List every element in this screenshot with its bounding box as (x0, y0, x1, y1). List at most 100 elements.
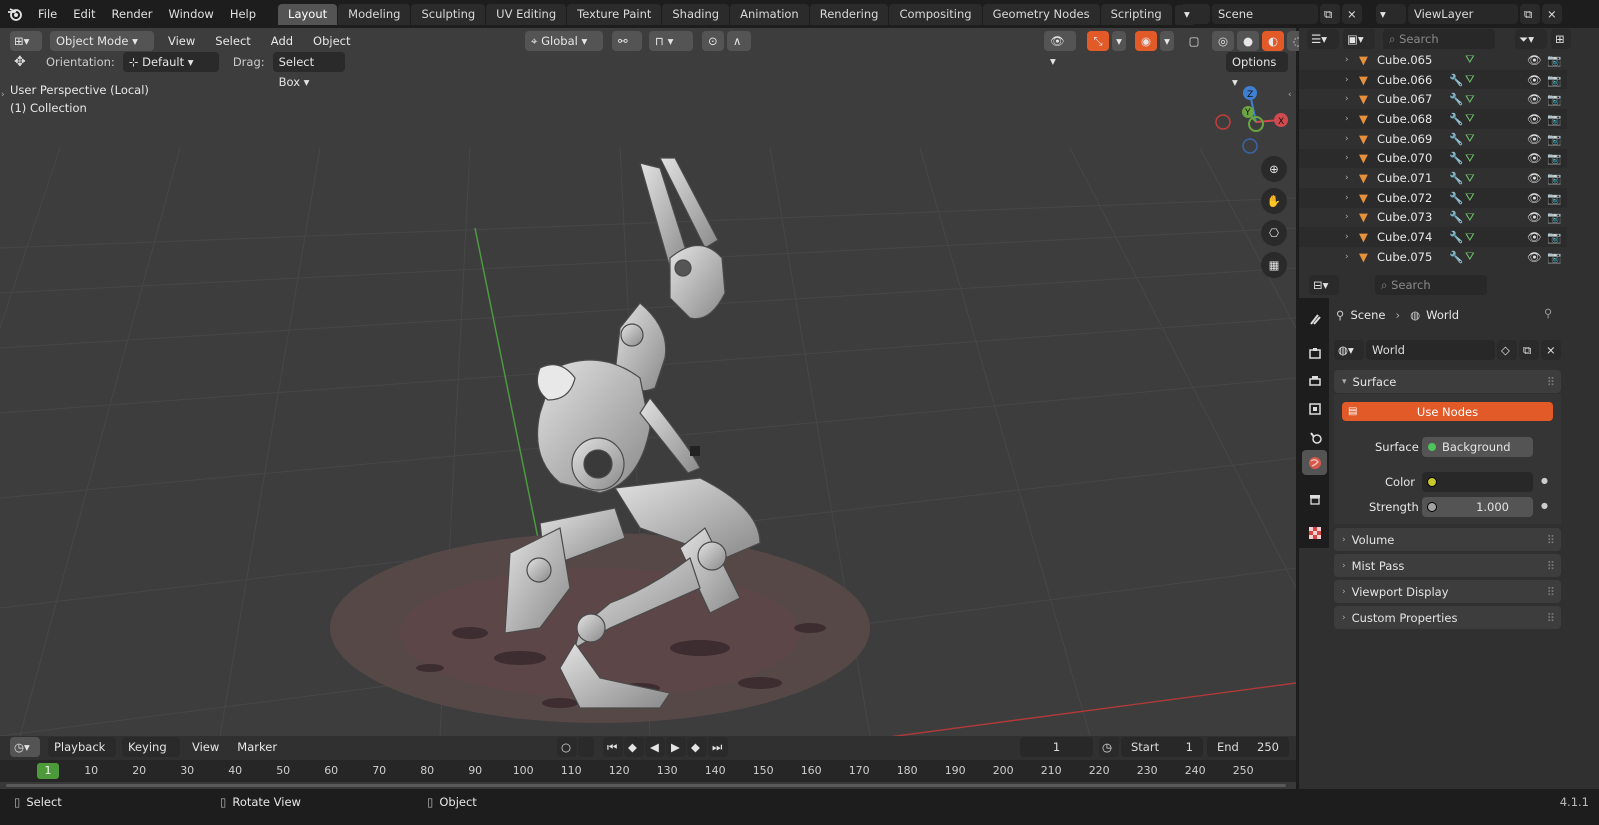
options-dropdown[interactable]: Options ▾ (1226, 52, 1288, 89)
viewport-display-drag-icon[interactable]: ⠿ (1547, 585, 1555, 599)
modifier-wrench-icon[interactable]: 🔧 (1449, 210, 1465, 224)
expand-icon[interactable]: › (1345, 153, 1359, 163)
jump-start-icon[interactable]: ⏮ (603, 737, 623, 757)
blender-logo-icon[interactable] (0, 0, 30, 28)
solid-shading-icon[interactable]: ● (1237, 31, 1259, 51)
mesh-data-icon[interactable]: ⛛ (1465, 72, 1487, 87)
tool-tab-icon[interactable] (1302, 306, 1327, 331)
outliner-row[interactable]: › ▼ Cube.074 🔧 ⛛ 👁 📷 (1299, 227, 1567, 247)
mesh-data-icon[interactable]: ⛛ (1465, 92, 1487, 107)
menu-file[interactable]: File (30, 0, 65, 28)
visibility-eye-icon[interactable]: 👁 (1527, 230, 1542, 244)
orientation-dropdown[interactable]: ⊹ Default ▾ (122, 52, 219, 72)
render-camera-icon[interactable]: 📷 (1547, 53, 1561, 67)
overlay-toggle-icon[interactable]: ◉ (1135, 31, 1157, 51)
object-mode-dropdown[interactable]: Object Mode ▾ (50, 31, 154, 51)
object-name[interactable]: Cube.071 (1377, 171, 1449, 185)
world-fake-user-icon[interactable]: ◇ (1497, 340, 1517, 360)
outliner-row[interactable]: › ▼ Cube.068 🔧 ⛛ 👁 📷 (1299, 109, 1567, 129)
3d-viewport[interactable] (0, 28, 1296, 736)
world-duplicate-icon[interactable]: ⧉ (1519, 340, 1539, 360)
modifier-wrench-icon[interactable]: 🔧 (1449, 171, 1465, 185)
strength-field[interactable]: 1.000 (1422, 497, 1533, 517)
outliner-filter-icon[interactable]: ⏷▾ (1515, 29, 1547, 49)
move-tool-icon[interactable]: ✥ (14, 54, 32, 70)
viewport-menu-object[interactable]: Object (307, 27, 356, 55)
pin-icon[interactable]: ⚲ (1544, 306, 1552, 320)
visibility-eye-icon[interactable]: 👁 (1527, 151, 1542, 165)
zoom-icon[interactable]: ⊕ (1261, 156, 1287, 182)
collection-tab-icon[interactable] (1302, 486, 1327, 511)
visibility-eye-icon[interactable]: 👁 (1527, 250, 1542, 264)
gizmo-toggle-icon[interactable]: ⤡ (1087, 31, 1109, 51)
mesh-data-icon[interactable]: ⛛ (1465, 230, 1487, 245)
material-shading-icon[interactable]: ◐ (1262, 31, 1284, 51)
visibility-eye-icon[interactable]: 👁 (1527, 171, 1542, 185)
gizmo-menu-icon[interactable]: ▾ (1112, 31, 1126, 51)
outliner-search-input[interactable]: ⌕ Search (1383, 29, 1495, 49)
surface-shader-dropdown[interactable]: Background (1422, 437, 1533, 457)
scene-name-field[interactable]: Scene (1212, 4, 1318, 24)
expand-icon[interactable]: › (1345, 193, 1359, 203)
mesh-data-icon[interactable]: ⛛ (1465, 249, 1487, 264)
world-tab-icon[interactable] (1302, 450, 1327, 475)
toolbar-expand-icon[interactable]: › (1, 90, 5, 100)
viewport-display-panel-header[interactable]: › Viewport Display ⠿ (1334, 580, 1561, 603)
modifier-wrench-icon[interactable]: 🔧 (1449, 191, 1465, 205)
expand-icon[interactable]: › (1345, 173, 1359, 183)
transform-orientation-dropdown[interactable]: ⌖ Global ▾ (525, 31, 603, 51)
viewlayer-copy-icon[interactable]: ⧉ (1520, 4, 1540, 24)
tab-scripting[interactable]: Scripting (1100, 4, 1172, 25)
object-name[interactable]: Cube.073 (1377, 210, 1449, 224)
texture-tab-icon[interactable] (1302, 520, 1327, 545)
tab-sculpting[interactable]: Sculpting (411, 4, 486, 25)
mesh-data-icon[interactable]: ⛛ (1465, 151, 1487, 166)
viewlayer-name-field[interactable]: ViewLayer (1408, 4, 1518, 24)
start-frame-field[interactable]: Start 1 (1121, 737, 1203, 757)
object-name[interactable]: Cube.067 (1377, 92, 1449, 106)
snap-icon[interactable]: ⊓ ▾ (649, 31, 693, 51)
surface-drag-icon[interactable]: ⠿ (1547, 375, 1555, 389)
tab-shading[interactable]: Shading (662, 4, 730, 25)
render-tab-icon[interactable] (1302, 340, 1327, 365)
custom-properties-panel-header[interactable]: › Custom Properties ⠿ (1334, 606, 1561, 629)
expand-icon[interactable]: › (1345, 55, 1359, 65)
timeline-editor-icon[interactable]: ◷▾ (10, 737, 40, 757)
keying-dropdown[interactable]: Keying ▾ (122, 737, 180, 774)
visibility-icon[interactable]: 👁▾ (1044, 31, 1076, 68)
mesh-data-icon[interactable]: ⛛ (1465, 190, 1487, 205)
wireframe-shading-icon[interactable]: ◎ (1212, 31, 1234, 51)
camera-view-icon[interactable]: ⎔ (1261, 220, 1287, 246)
timeline-ruler[interactable]: 1 10 20 30 40 50 60 70 80 90 100 110 120 130 140 150 160… (0, 760, 1296, 782)
proportional-edit-icon[interactable]: ⊙ (702, 31, 724, 51)
custom-properties-drag-icon[interactable]: ⠿ (1547, 611, 1555, 625)
volume-drag-icon[interactable]: ⠿ (1547, 533, 1555, 547)
visibility-eye-icon[interactable]: 👁 (1527, 210, 1542, 224)
outliner-row[interactable]: › ▼ Cube.071 🔧 ⛛ 👁 📷 (1299, 168, 1567, 188)
strength-keyframe-icon[interactable]: ● (1541, 501, 1548, 510)
falloff-icon[interactable]: ∧ (727, 31, 751, 51)
modifier-wrench-icon[interactable]: 🔧 (1449, 112, 1465, 126)
outliner-row[interactable]: › ▼ Cube.065 ⛛ 👁 📷 (1299, 50, 1567, 70)
outliner-new-collection-icon[interactable]: ⊞ (1551, 29, 1571, 49)
render-camera-icon[interactable]: 📷 (1547, 250, 1561, 264)
navigation-gizmo[interactable]: Z X Y (1212, 82, 1292, 158)
mesh-data-icon[interactable]: ⛛ (1465, 210, 1487, 225)
object-name[interactable]: Cube.068 (1377, 112, 1449, 126)
visibility-eye-icon[interactable]: 👁 (1527, 73, 1542, 87)
playback-dropdown[interactable]: Playback ▾ (48, 737, 116, 774)
timeline-menu-view[interactable]: View (186, 740, 225, 754)
object-name[interactable]: Cube.069 (1377, 132, 1449, 146)
perspective-grid-icon[interactable]: ▦ (1261, 252, 1287, 278)
visibility-eye-icon[interactable]: 👁 (1527, 112, 1542, 126)
modifier-wrench-icon[interactable]: 🔧 (1449, 92, 1465, 106)
tab-compositing[interactable]: Compositing (889, 4, 982, 25)
mist-pass-panel-header[interactable]: › Mist Pass ⠿ (1334, 554, 1561, 577)
properties-search-input[interactable]: ⌕ Search (1375, 275, 1487, 295)
scene-tab-icon[interactable] (1302, 424, 1327, 449)
outliner-display-mode-icon[interactable]: ▣▾ (1343, 29, 1375, 49)
color-keyframe-icon[interactable]: ● (1541, 476, 1548, 485)
render-camera-icon[interactable]: 📷 (1547, 112, 1561, 126)
modifier-wrench-icon[interactable]: 🔧 (1449, 250, 1465, 264)
volume-panel-header[interactable]: › Volume ⠿ (1334, 528, 1561, 551)
